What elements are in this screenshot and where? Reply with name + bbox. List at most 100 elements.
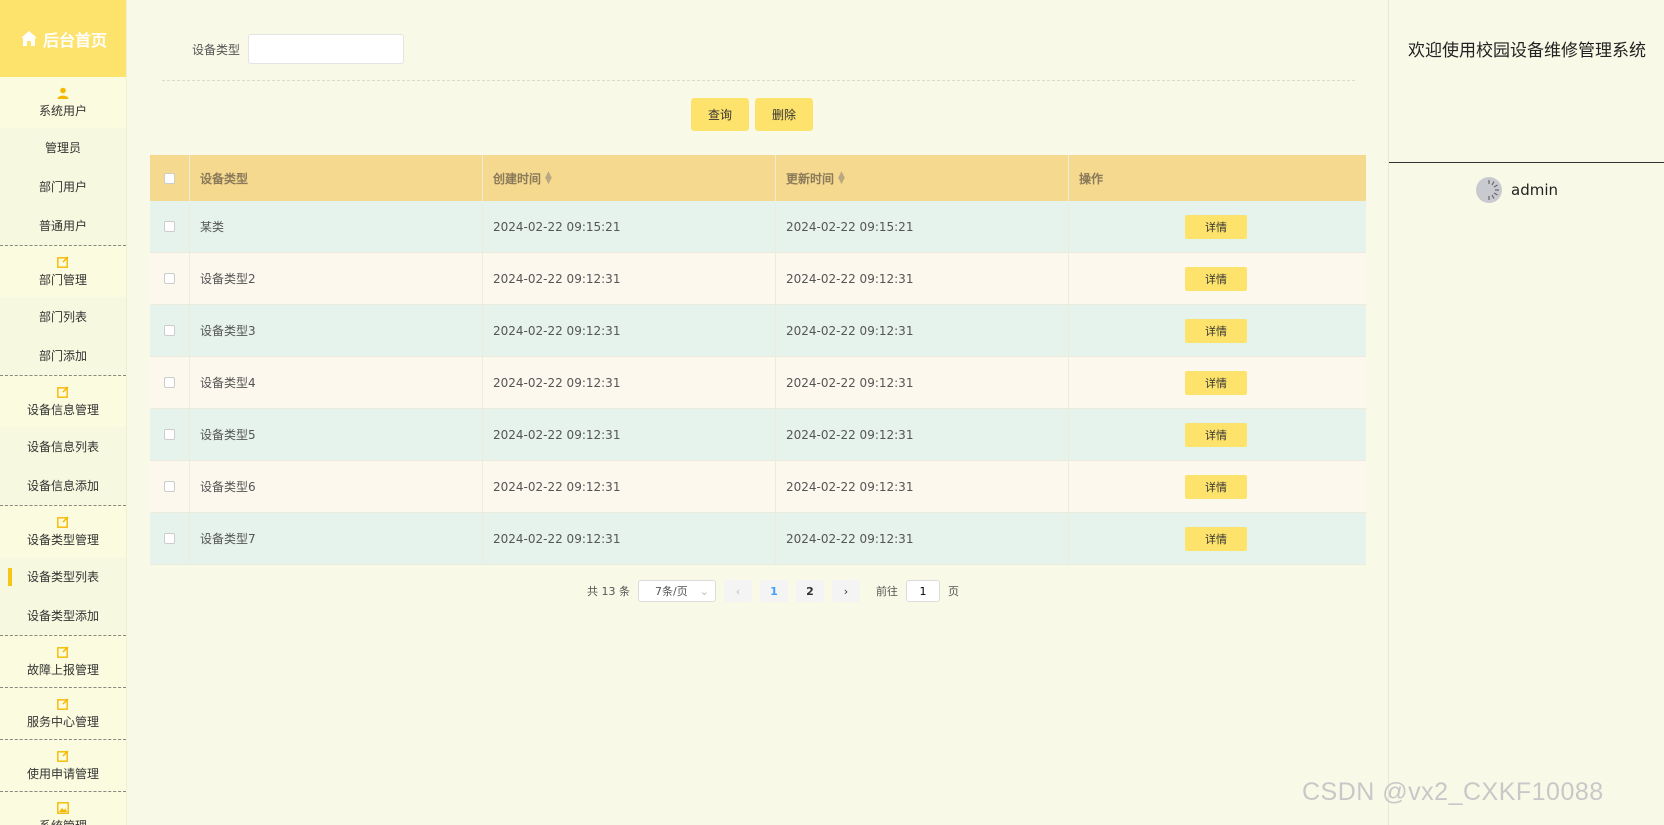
cell-type: 某类: [190, 201, 483, 252]
sidebar-item-device-info-list[interactable]: 设备信息列表: [0, 427, 126, 466]
table-row: 设备类型7 2024-02-22 09:12:31 2024-02-22 09:…: [150, 513, 1366, 565]
sidebar-group-label: 系统管理: [39, 817, 87, 825]
query-button[interactable]: 查询: [691, 98, 750, 131]
column-header-updated[interactable]: 更新时间: [786, 170, 834, 187]
sidebar-group-label: 部门管理: [38, 272, 87, 287]
detail-button[interactable]: 详情: [1185, 422, 1247, 447]
sidebar-item-device-type-add[interactable]: 设备类型添加: [0, 596, 126, 635]
cell-updated: 2024-02-22 09:12:31: [776, 253, 1069, 304]
search-label: 设备类型: [192, 42, 241, 57]
cell-type: 设备类型7: [190, 513, 483, 564]
table-row: 设备类型4 2024-02-22 09:12:31 2024-02-22 09:…: [150, 357, 1366, 409]
sidebar-group-fault-report[interactable]: 故障上报管理: [0, 636, 126, 687]
sidebar-group-usage-request[interactable]: 使用申请管理: [0, 740, 126, 791]
cell-updated: 2024-02-22 09:15:21: [776, 201, 1069, 252]
cell-updated: 2024-02-22 09:12:31: [776, 357, 1069, 408]
sidebar-group-dept[interactable]: 部门管理: [0, 246, 126, 297]
search-bar: 设备类型: [192, 34, 405, 64]
next-page-button[interactable]: ›: [832, 580, 860, 602]
sidebar: 后台首页 系统用户 管理员 部门用户 普通用户 部门管理 部门列表 部门添加 设…: [0, 0, 127, 825]
page-number-2[interactable]: 2: [796, 580, 824, 602]
action-buttons: 查询 删除: [691, 98, 814, 131]
edit-icon: [57, 646, 69, 658]
sidebar-item-dept-add[interactable]: 部门添加: [0, 336, 126, 375]
page-number-1[interactable]: 1: [760, 580, 788, 602]
row-checkbox[interactable]: [164, 325, 175, 336]
sort-icon[interactable]: ▲ ▼: [838, 171, 845, 186]
edit-icon: [57, 750, 69, 762]
edit-icon: [57, 256, 69, 268]
cell-type: 设备类型2: [190, 253, 483, 304]
cell-created: 2024-02-22 09:12:31: [483, 513, 776, 564]
data-table: 设备类型 创建时间 ▲ ▼ 更新时间 ▲ ▼ 操作 某类 2024-02-22 09:1…: [150, 155, 1366, 565]
sidebar-group-device-type[interactable]: 设备类型管理: [0, 506, 126, 557]
detail-button[interactable]: 详情: [1185, 526, 1247, 551]
row-checkbox[interactable]: [164, 377, 175, 388]
detail-button[interactable]: 详情: [1185, 370, 1247, 395]
home-link[interactable]: 后台首页: [0, 0, 126, 77]
select-all-checkbox[interactable]: [164, 172, 175, 184]
home-icon: [20, 30, 37, 46]
main-content: 设备类型 查询 删除 设备类型 创建时间 ▲ ▼ 更新时间 ▲ ▼ 操作 某类 2024…: [127, 0, 1388, 825]
detail-button[interactable]: 详情: [1185, 214, 1247, 239]
divider: [1389, 162, 1664, 163]
sidebar-group-users[interactable]: 系统用户: [0, 77, 126, 128]
row-checkbox[interactable]: [164, 481, 175, 492]
sidebar-item-admin[interactable]: 管理员: [0, 128, 126, 167]
goto-suffix: 页: [948, 585, 959, 598]
welcome-text: 欢迎使用校园设备维修管理系统: [1408, 41, 1646, 61]
sort-icon[interactable]: ▲ ▼: [545, 171, 552, 186]
table-header: 设备类型 创建时间 ▲ ▼ 更新时间 ▲ ▼ 操作: [150, 155, 1366, 201]
cell-created: 2024-02-22 09:12:31: [483, 409, 776, 460]
cell-created: 2024-02-22 09:12:31: [483, 305, 776, 356]
table-row: 设备类型2 2024-02-22 09:12:31 2024-02-22 09:…: [150, 253, 1366, 305]
cell-created: 2024-02-22 09:12:31: [483, 253, 776, 304]
image-icon: [57, 801, 69, 814]
cell-type: 设备类型5: [190, 409, 483, 460]
sidebar-group-label: 设备类型管理: [26, 532, 99, 547]
prev-page-button[interactable]: ‹: [724, 580, 752, 602]
divider: [162, 80, 1355, 81]
row-checkbox[interactable]: [164, 273, 175, 284]
cell-type: 设备类型3: [190, 305, 483, 356]
sidebar-group-system[interactable]: 系统管理: [0, 792, 126, 825]
sidebar-group-label: 故障上报管理: [26, 662, 99, 677]
total-count: 共 13 条: [587, 585, 630, 598]
sidebar-group-service-center[interactable]: 服务中心管理: [0, 688, 126, 739]
edit-icon: [57, 698, 69, 710]
cell-created: 2024-02-22 09:12:31: [483, 461, 776, 512]
detail-button[interactable]: 详情: [1185, 266, 1247, 291]
column-header-type: 设备类型: [200, 171, 249, 186]
sidebar-item-dept-user[interactable]: 部门用户: [0, 167, 126, 206]
table-row: 某类 2024-02-22 09:15:21 2024-02-22 09:15:…: [150, 201, 1366, 253]
sidebar-group-device-info[interactable]: 设备信息管理: [0, 376, 126, 427]
watermark: CSDN @vx2_CXKF10088: [1302, 778, 1604, 806]
sidebar-group-label: 系统用户: [38, 103, 87, 118]
sidebar-group-label: 设备信息管理: [26, 402, 99, 417]
cell-updated: 2024-02-22 09:12:31: [776, 409, 1069, 460]
table-row: 设备类型3 2024-02-22 09:12:31 2024-02-22 09:…: [150, 305, 1366, 357]
page-size-select[interactable]: 7条/页 ⌄: [638, 580, 716, 602]
sidebar-group-label: 使用申请管理: [26, 766, 99, 781]
table-row: 设备类型6 2024-02-22 09:12:31 2024-02-22 09:…: [150, 461, 1366, 513]
sidebar-item-device-type-list[interactable]: 设备类型列表: [0, 557, 126, 596]
chevron-down-icon: ⌄: [699, 584, 709, 598]
pagination: 共 13 条 7条/页 ⌄ ‹ 1 2 › 前往 页: [587, 580, 959, 602]
user-info[interactable]: admin: [1475, 176, 1558, 204]
sidebar-item-dept-list[interactable]: 部门列表: [0, 297, 126, 336]
delete-button[interactable]: 删除: [755, 98, 814, 131]
sidebar-item-normal-user[interactable]: 普通用户: [0, 206, 126, 245]
device-type-input[interactable]: [248, 34, 405, 64]
detail-button[interactable]: 详情: [1185, 474, 1247, 499]
column-header-created[interactable]: 创建时间: [493, 170, 541, 187]
avatar: [1476, 177, 1502, 203]
cell-created: 2024-02-22 09:12:31: [483, 357, 776, 408]
row-checkbox[interactable]: [164, 533, 175, 544]
row-checkbox[interactable]: [164, 221, 175, 232]
sidebar-item-device-info-add[interactable]: 设备信息添加: [0, 466, 126, 505]
goto-prefix: 前往: [876, 585, 898, 598]
goto-page-input[interactable]: [906, 580, 940, 602]
page-size-value: 7条/页: [655, 585, 688, 598]
detail-button[interactable]: 详情: [1185, 318, 1247, 343]
row-checkbox[interactable]: [164, 429, 175, 440]
